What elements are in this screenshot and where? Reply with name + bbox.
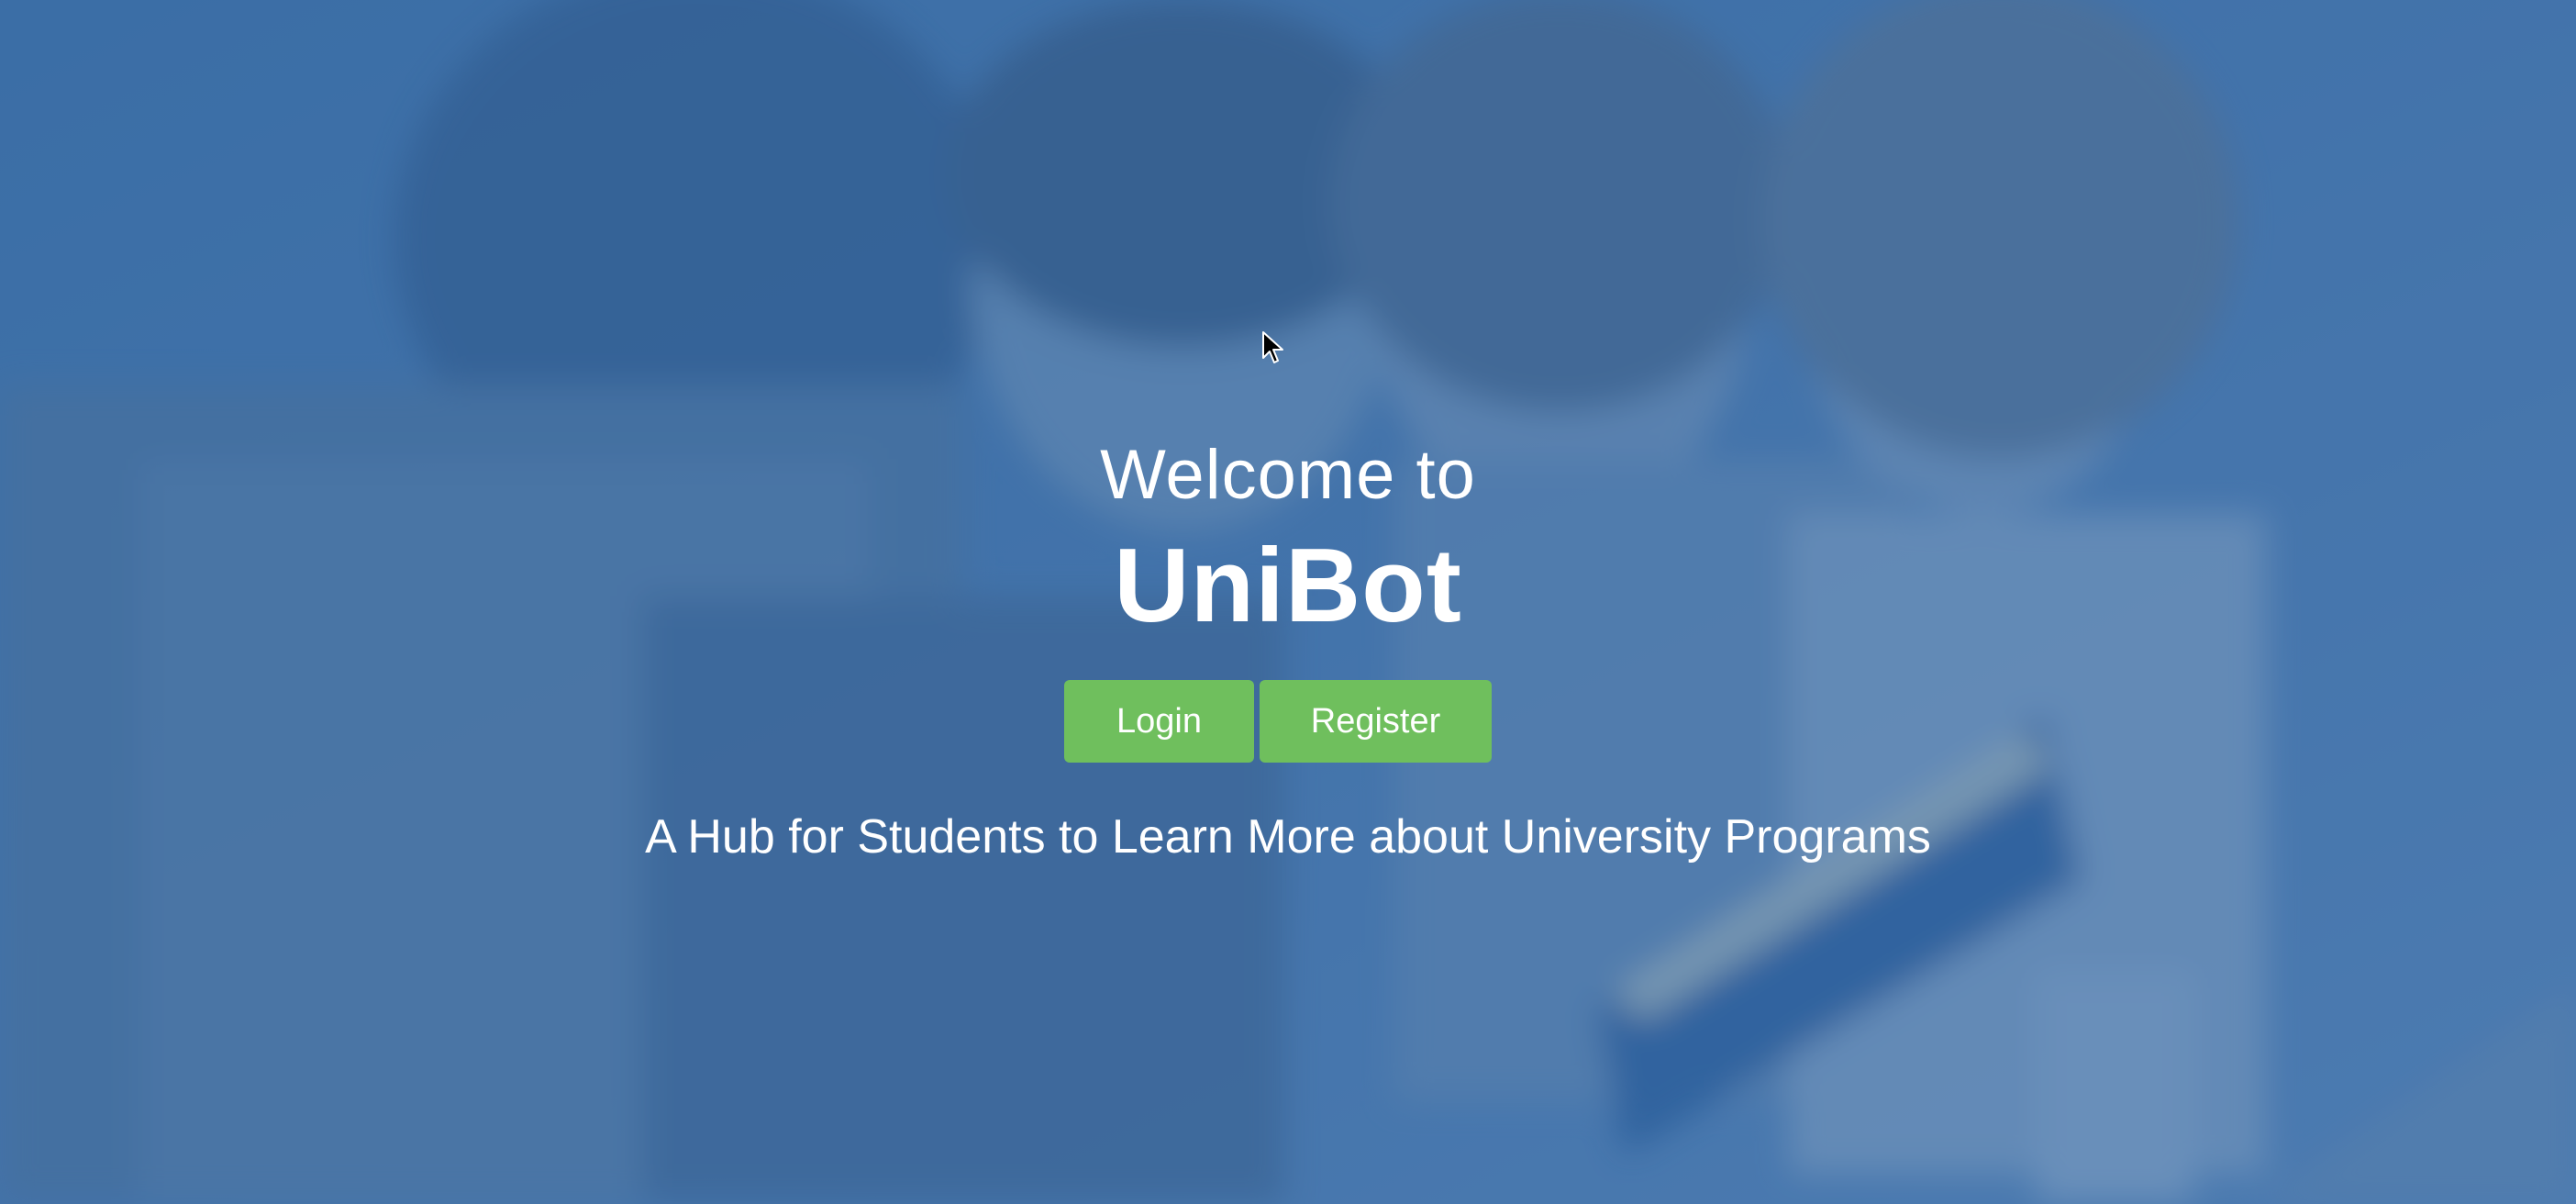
brand-title: UniBot <box>1114 528 1462 644</box>
hero-tagline: A Hub for Students to Learn More about U… <box>645 810 1931 864</box>
auth-button-group: Login Register <box>1064 680 1492 763</box>
login-button[interactable]: Login <box>1064 680 1254 763</box>
register-button[interactable]: Register <box>1260 680 1492 763</box>
welcome-heading: Welcome to <box>1100 436 1476 514</box>
hero-section: Welcome to UniBot Login Register A Hub f… <box>0 0 2576 1204</box>
mouse-pointer-icon <box>1262 331 1283 363</box>
